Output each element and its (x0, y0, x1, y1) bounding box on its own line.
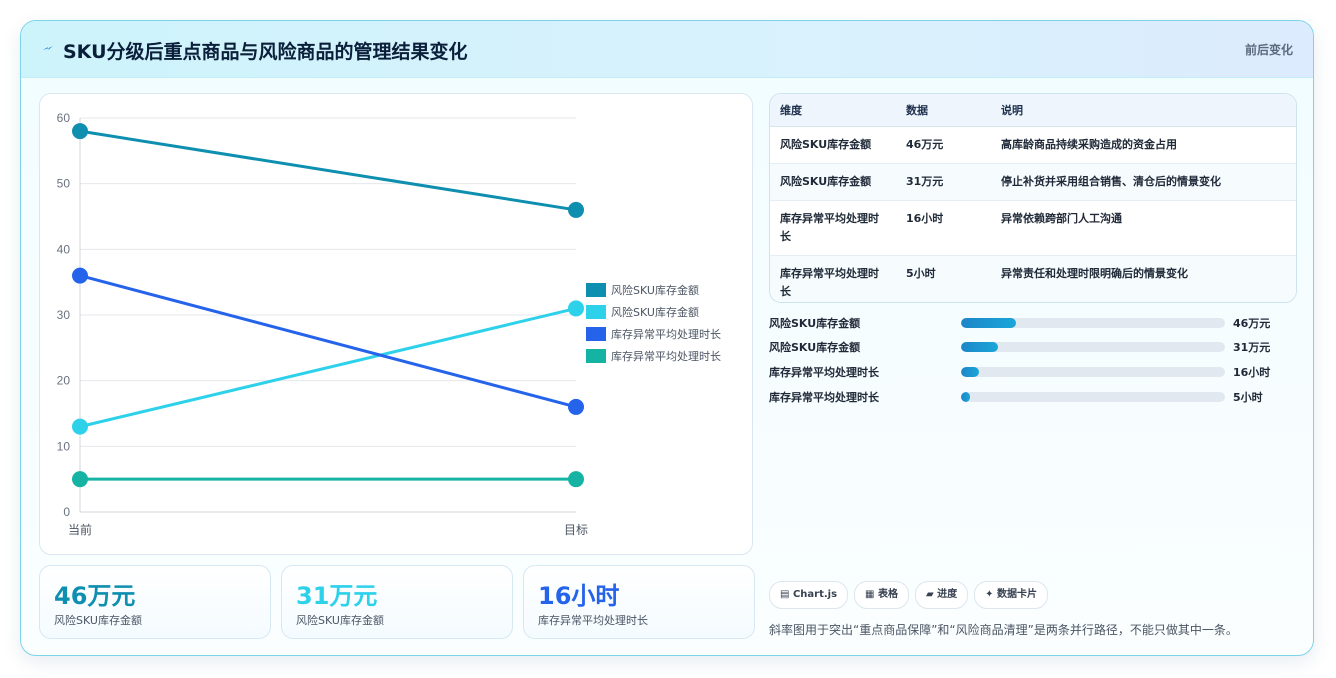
data-point (568, 201, 584, 218)
progress-track (961, 318, 1225, 328)
legend-swatch (586, 283, 606, 297)
chip-label: Chart.js (792, 589, 838, 600)
legend-swatch (586, 327, 606, 341)
table-header-row: 维度 数据 说明 (770, 94, 1296, 127)
chip-label: 进度 (937, 589, 958, 600)
progress-fill (961, 367, 980, 377)
data-point (568, 471, 584, 488)
progress-value: 46万元 (1233, 317, 1271, 330)
table-row: 风险SKU库存金额 46万元 高库龄商品持续采购造成的资金占用 (770, 126, 1296, 164)
card-header: SKU分级后重点商品与风险商品的管理结果变化 前后变化 (21, 21, 1313, 78)
progress-fill (961, 318, 1017, 328)
data-table: 维度 数据 说明 风险SKU库存金额 46万元 高库龄商品持续采购造成的资金占用… (769, 93, 1297, 303)
table-cell: 异常依赖跨部门人工沟通 (991, 200, 1296, 256)
kpi-label: 风险SKU库存金额 (54, 614, 142, 627)
table-cell: 风险SKU库存金额 (770, 126, 896, 164)
chart-icon: ▤ (780, 589, 793, 600)
footnote: 斜率图用于突出“重点商品保障”和“风险商品清理”是两条并行路径，不能只做其中一条… (769, 623, 1238, 637)
progress-icon: ▰ (925, 589, 938, 600)
legend-swatch (586, 305, 606, 319)
data-point (72, 418, 88, 435)
table-header-cell: 数据 (896, 94, 991, 127)
kpi-card-2: 31万元 风险SKU库存金额 (281, 565, 513, 639)
chip-chartjs[interactable]: ▤ Chart.js (769, 581, 849, 609)
progress-value: 5小时 (1233, 391, 1263, 404)
slope-chart-panel: 0 10 20 30 40 50 60 当前 目标 风险SKU库存金额 风险SKU库存金额库存异常平… (39, 93, 753, 555)
table-header-cell: 说明 (991, 94, 1296, 127)
table-header-cell: 维度 (770, 94, 896, 127)
progress-row: 库存异常平均处理时长 5小时 (769, 387, 1297, 407)
kpi-card-3: 16小时 库存异常平均处理时长 (523, 565, 755, 639)
table-row: 库存异常平均处理时长 5小时 异常责任和处理时限明确后的情景变化 (770, 255, 1296, 302)
legend-label: 风险SKU库存金额 (611, 283, 699, 297)
table-cell: 31万元 (896, 163, 991, 201)
y-tick-label: 30 (57, 308, 71, 322)
progress-value: 16小时 (1233, 366, 1271, 379)
data-point (72, 267, 88, 284)
table-cell: 库存异常平均处理时长 (770, 255, 896, 302)
progress-label: 风险SKU库存金额 (769, 317, 861, 330)
data-point (72, 471, 88, 488)
slope-chart: 0 10 20 30 40 50 60 当前 目标 风险SKU库存金额风险SKU库存金额库存异常平… (57, 111, 721, 537)
table-row: 风险SKU库存金额 31万元 停止补货并采用组合销售、清仓后的情景变化 (770, 163, 1296, 201)
kpi-label: 风险SKU库存金额 (296, 614, 384, 627)
table-cell: 16小时 (896, 200, 991, 256)
kpi-value: 46万元 (54, 582, 136, 610)
legend-swatch (586, 349, 606, 363)
chip-data-card[interactable]: ✦ 数据卡片 (974, 581, 1049, 609)
kpi-label: 库存异常平均处理时长 (538, 614, 648, 627)
progress-row: 风险SKU库存金额 46万元 (769, 313, 1297, 333)
legend-label: 库存异常平均处理时长 (611, 327, 721, 341)
legend-label: 风险SKU库存金额 (611, 305, 699, 319)
progress-track (961, 367, 1225, 377)
legend-label: 库存异常平均处理时长 (611, 349, 721, 363)
progress-track (961, 342, 1225, 352)
chip-table[interactable]: ▦ 表格 (854, 581, 909, 609)
progress-label: 库存异常平均处理时长 (769, 366, 879, 379)
table-row: 库存异常平均处理时长 16小时 异常依赖跨部门人工沟通 (770, 200, 1296, 256)
table-cell: 5小时 (896, 255, 991, 302)
kpi-card-1: 46万元 风险SKU库存金额 (39, 565, 271, 639)
data-point (568, 300, 584, 317)
progress-row: 风险SKU库存金额 31万元 (769, 337, 1297, 357)
header-tag: 前后变化 (1244, 43, 1293, 57)
series-line (79, 306, 577, 429)
y-tick-label: 20 (57, 374, 71, 388)
table-cell: 库存异常平均处理时长 (770, 200, 896, 256)
y-tick-label: 0 (63, 505, 70, 519)
progress-fill (961, 342, 998, 352)
table-cell: 风险SKU库存金额 (770, 163, 896, 201)
y-tick-label: 10 (57, 439, 71, 453)
progress-row: 库存异常平均处理时长 16小时 (769, 362, 1297, 382)
series-line (79, 274, 577, 409)
chip-label: 数据卡片 (997, 589, 1038, 600)
table-cell: 高库龄商品持续采购造成的资金占用 (991, 126, 1296, 164)
progress-track (961, 392, 1225, 402)
x-tick-label: 目标 (564, 523, 588, 537)
table-cell: 46万元 (896, 126, 991, 164)
table-icon: ▦ (865, 589, 878, 600)
y-tick-label: 60 (57, 111, 71, 125)
progress-value: 31万元 (1233, 341, 1271, 354)
series-line (79, 129, 577, 212)
x-tick-label: 当前 (68, 522, 92, 537)
data-point (568, 398, 584, 415)
kpi-value: 16小时 (538, 582, 620, 610)
progress-label: 库存异常平均处理时长 (769, 391, 879, 404)
y-tick-label: 50 (57, 177, 71, 191)
kpi-value: 31万元 (296, 582, 378, 610)
data-point (72, 123, 88, 140)
chip-label: 表格 (877, 589, 898, 600)
y-tick-label: 40 (57, 242, 71, 256)
table-cell: 停止补货并采用组合销售、清仓后的情景变化 (991, 163, 1296, 201)
table-cell: 异常责任和处理时限明确后的情景变化 (991, 255, 1296, 302)
main-card: SKU分级后重点商品与风险商品的管理结果变化 前后变化 0 10 20 30 40 50 6… (20, 20, 1314, 656)
card-icon: ✦ (985, 589, 998, 600)
progress-label: 风险SKU库存金额 (769, 341, 861, 354)
chip-progress[interactable]: ▰ 进度 (914, 581, 969, 609)
bolt-icon (43, 46, 53, 50)
page-title: SKU分级后重点商品与风险商品的管理结果变化 (63, 41, 468, 63)
progress-fill (961, 392, 971, 402)
tech-chips: ▤ Chart.js ▦ 表格 ▰ 进度 ✦ 数据卡片 (769, 581, 1054, 609)
